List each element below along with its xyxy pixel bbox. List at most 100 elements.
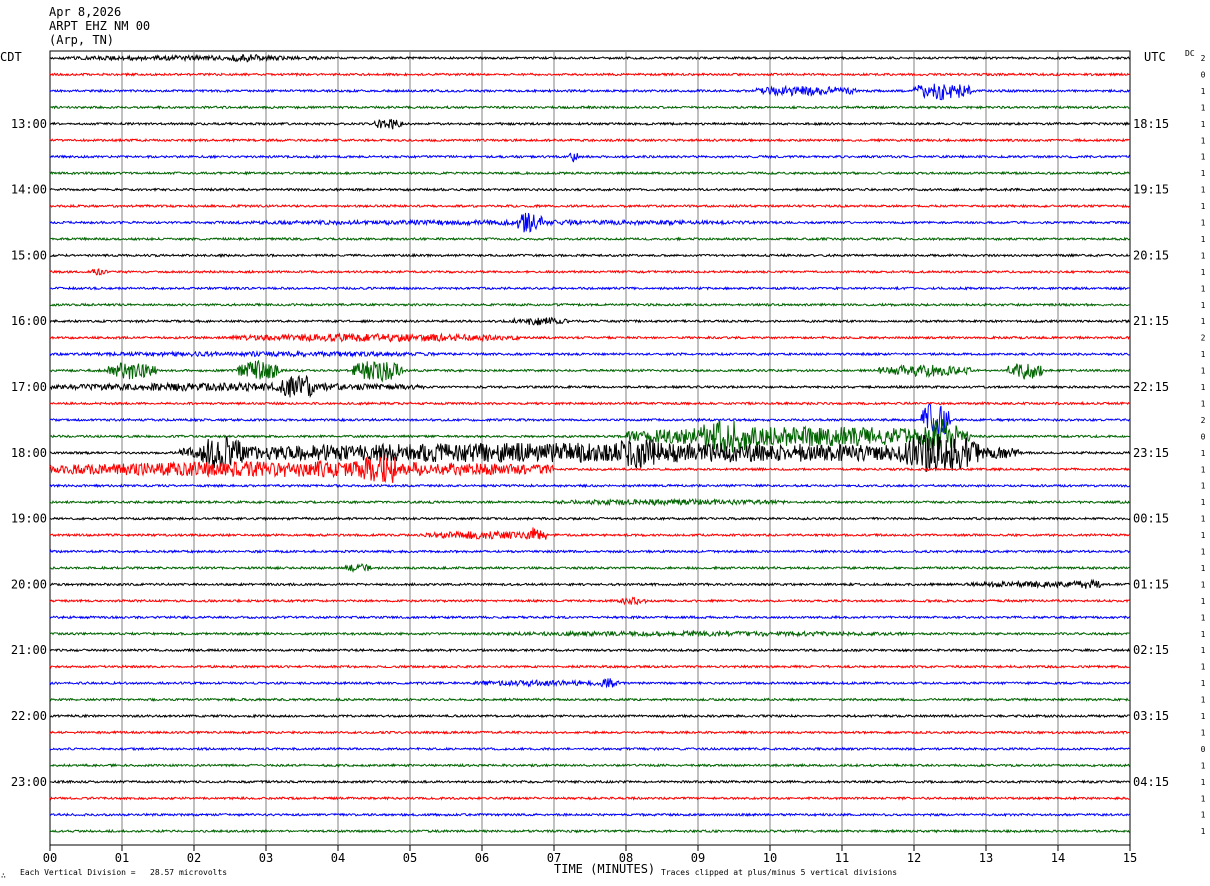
x-tick-label: 09 <box>691 851 705 865</box>
dc-offset-label: 1 <box>1201 317 1206 326</box>
left-hour-label: 16:00 <box>11 314 47 328</box>
x-tick-label: 00 <box>43 851 57 865</box>
dc-offset-label: 2 <box>1201 54 1206 63</box>
x-tick-label: 11 <box>835 851 849 865</box>
left-hour-label: 17:00 <box>11 380 47 394</box>
seismic-trace <box>49 83 1131 101</box>
seismic-trace <box>49 614 1131 620</box>
dc-offset-label: 1 <box>1201 284 1206 293</box>
seismic-trace <box>49 795 1131 801</box>
seismic-trace <box>49 762 1131 768</box>
dc-offset-label: 1 <box>1201 383 1206 392</box>
seismic-trace <box>49 596 1131 606</box>
seismic-trace <box>49 697 1131 702</box>
dc-offset-label: 1 <box>1201 169 1206 178</box>
division-note: Each Vertical Division = 28.57 microvolt… <box>20 868 227 877</box>
trace-group <box>49 53 1131 834</box>
dc-offset-label: 2 <box>1201 334 1206 343</box>
left-timezone-label: CDT <box>0 50 22 64</box>
seismic-trace <box>49 118 1131 130</box>
seismic-trace <box>49 203 1131 209</box>
seismic-trace <box>49 302 1131 308</box>
seismic-trace <box>49 252 1131 258</box>
seismic-trace <box>49 170 1131 176</box>
location-label: (Arp, TN) <box>49 33 114 47</box>
seismic-trace <box>49 647 1131 653</box>
right-hour-label: 21:15 <box>1133 314 1169 328</box>
dc-offset-label: 1 <box>1201 498 1206 507</box>
left-hour-label: 13:00 <box>11 117 47 131</box>
x-tick-label: 05 <box>403 851 417 865</box>
x-tick-label: 10 <box>763 851 777 865</box>
corner-mark: ∴ <box>1 871 6 880</box>
dc-offset-label: 1 <box>1201 153 1206 162</box>
x-tick-label: 15 <box>1123 851 1137 865</box>
seismic-trace <box>49 236 1131 242</box>
x-tick-label: 12 <box>907 851 921 865</box>
x-tick-label: 01 <box>115 851 129 865</box>
seismic-trace <box>49 268 1131 276</box>
dc-offset-label: 1 <box>1201 646 1206 655</box>
seismic-trace <box>49 349 1131 358</box>
dc-offset-label: 1 <box>1201 367 1206 376</box>
dc-offset-label: 1 <box>1201 120 1206 129</box>
station-label: ARPT EHZ NM 00 <box>49 19 150 33</box>
dc-offset-label: 0 <box>1201 432 1206 441</box>
seismic-trace <box>49 629 1131 638</box>
clip-note: Traces clipped at plus/minus 5 vertical … <box>661 868 897 877</box>
dc-offset-label: 1 <box>1201 811 1206 820</box>
dc-offset-label: 1 <box>1201 465 1206 474</box>
x-tick-label: 04 <box>331 851 345 865</box>
dc-offset-label: 1 <box>1201 827 1206 836</box>
left-hour-label: 21:00 <box>11 643 47 657</box>
dc-offset-label: 1 <box>1201 482 1206 491</box>
left-hour-label: 20:00 <box>11 577 47 591</box>
x-tick-label: 07 <box>547 851 561 865</box>
seismic-trace <box>49 187 1131 193</box>
seismic-trace <box>49 578 1131 590</box>
seismic-trace <box>49 497 1131 507</box>
dc-label: DC <box>1185 49 1195 58</box>
dc-offset-label: 1 <box>1201 663 1206 672</box>
dc-offset-label: 0 <box>1201 70 1206 79</box>
seismic-trace <box>49 316 1131 326</box>
right-hour-label: 20:15 <box>1133 248 1169 262</box>
x-tick-label: 08 <box>619 851 633 865</box>
seismic-trace <box>49 71 1131 77</box>
seismic-trace <box>49 403 1131 437</box>
x-tick-label: 06 <box>475 851 489 865</box>
seismic-trace <box>49 137 1131 143</box>
dc-offset-label: 2 <box>1201 416 1206 425</box>
dc-offset-label: 1 <box>1201 399 1206 408</box>
dc-offset-label: 1 <box>1201 728 1206 737</box>
dc-offset-label: 0 <box>1201 745 1206 754</box>
dc-offset-label: 1 <box>1201 778 1206 787</box>
dc-offset-label: 1 <box>1201 449 1206 458</box>
seismic-trace <box>49 516 1131 522</box>
date-label: Apr 8,2026 <box>49 5 121 19</box>
right-hour-label: 02:15 <box>1133 643 1169 657</box>
seismic-trace <box>49 332 1131 343</box>
seismic-trace <box>49 212 1131 233</box>
left-hour-label: 23:00 <box>11 775 47 789</box>
dc-offset-label: 1 <box>1201 712 1206 721</box>
dc-offset-label: 1 <box>1201 219 1206 228</box>
seismic-trace <box>49 678 1131 689</box>
seismic-trace <box>49 374 1131 399</box>
dc-offset-label: 1 <box>1201 531 1206 540</box>
right-hour-label: 04:15 <box>1133 775 1169 789</box>
dc-offset-label: 1 <box>1201 515 1206 524</box>
seismic-trace <box>49 664 1131 670</box>
right-hour-label: 01:15 <box>1133 577 1169 591</box>
right-hour-label: 18:15 <box>1133 117 1169 131</box>
dc-offset-label: 1 <box>1201 679 1206 688</box>
seismic-trace <box>49 152 1131 163</box>
seismic-trace <box>49 359 1131 383</box>
dc-offset-label: 1 <box>1201 136 1206 145</box>
dc-offset-label: 1 <box>1201 597 1206 606</box>
right-hour-label: 03:15 <box>1133 709 1169 723</box>
left-hour-label: 14:00 <box>11 183 47 197</box>
dc-offset-label: 1 <box>1201 251 1206 260</box>
right-timezone-label: UTC <box>1144 50 1166 64</box>
dc-offset-label: 1 <box>1201 696 1206 705</box>
